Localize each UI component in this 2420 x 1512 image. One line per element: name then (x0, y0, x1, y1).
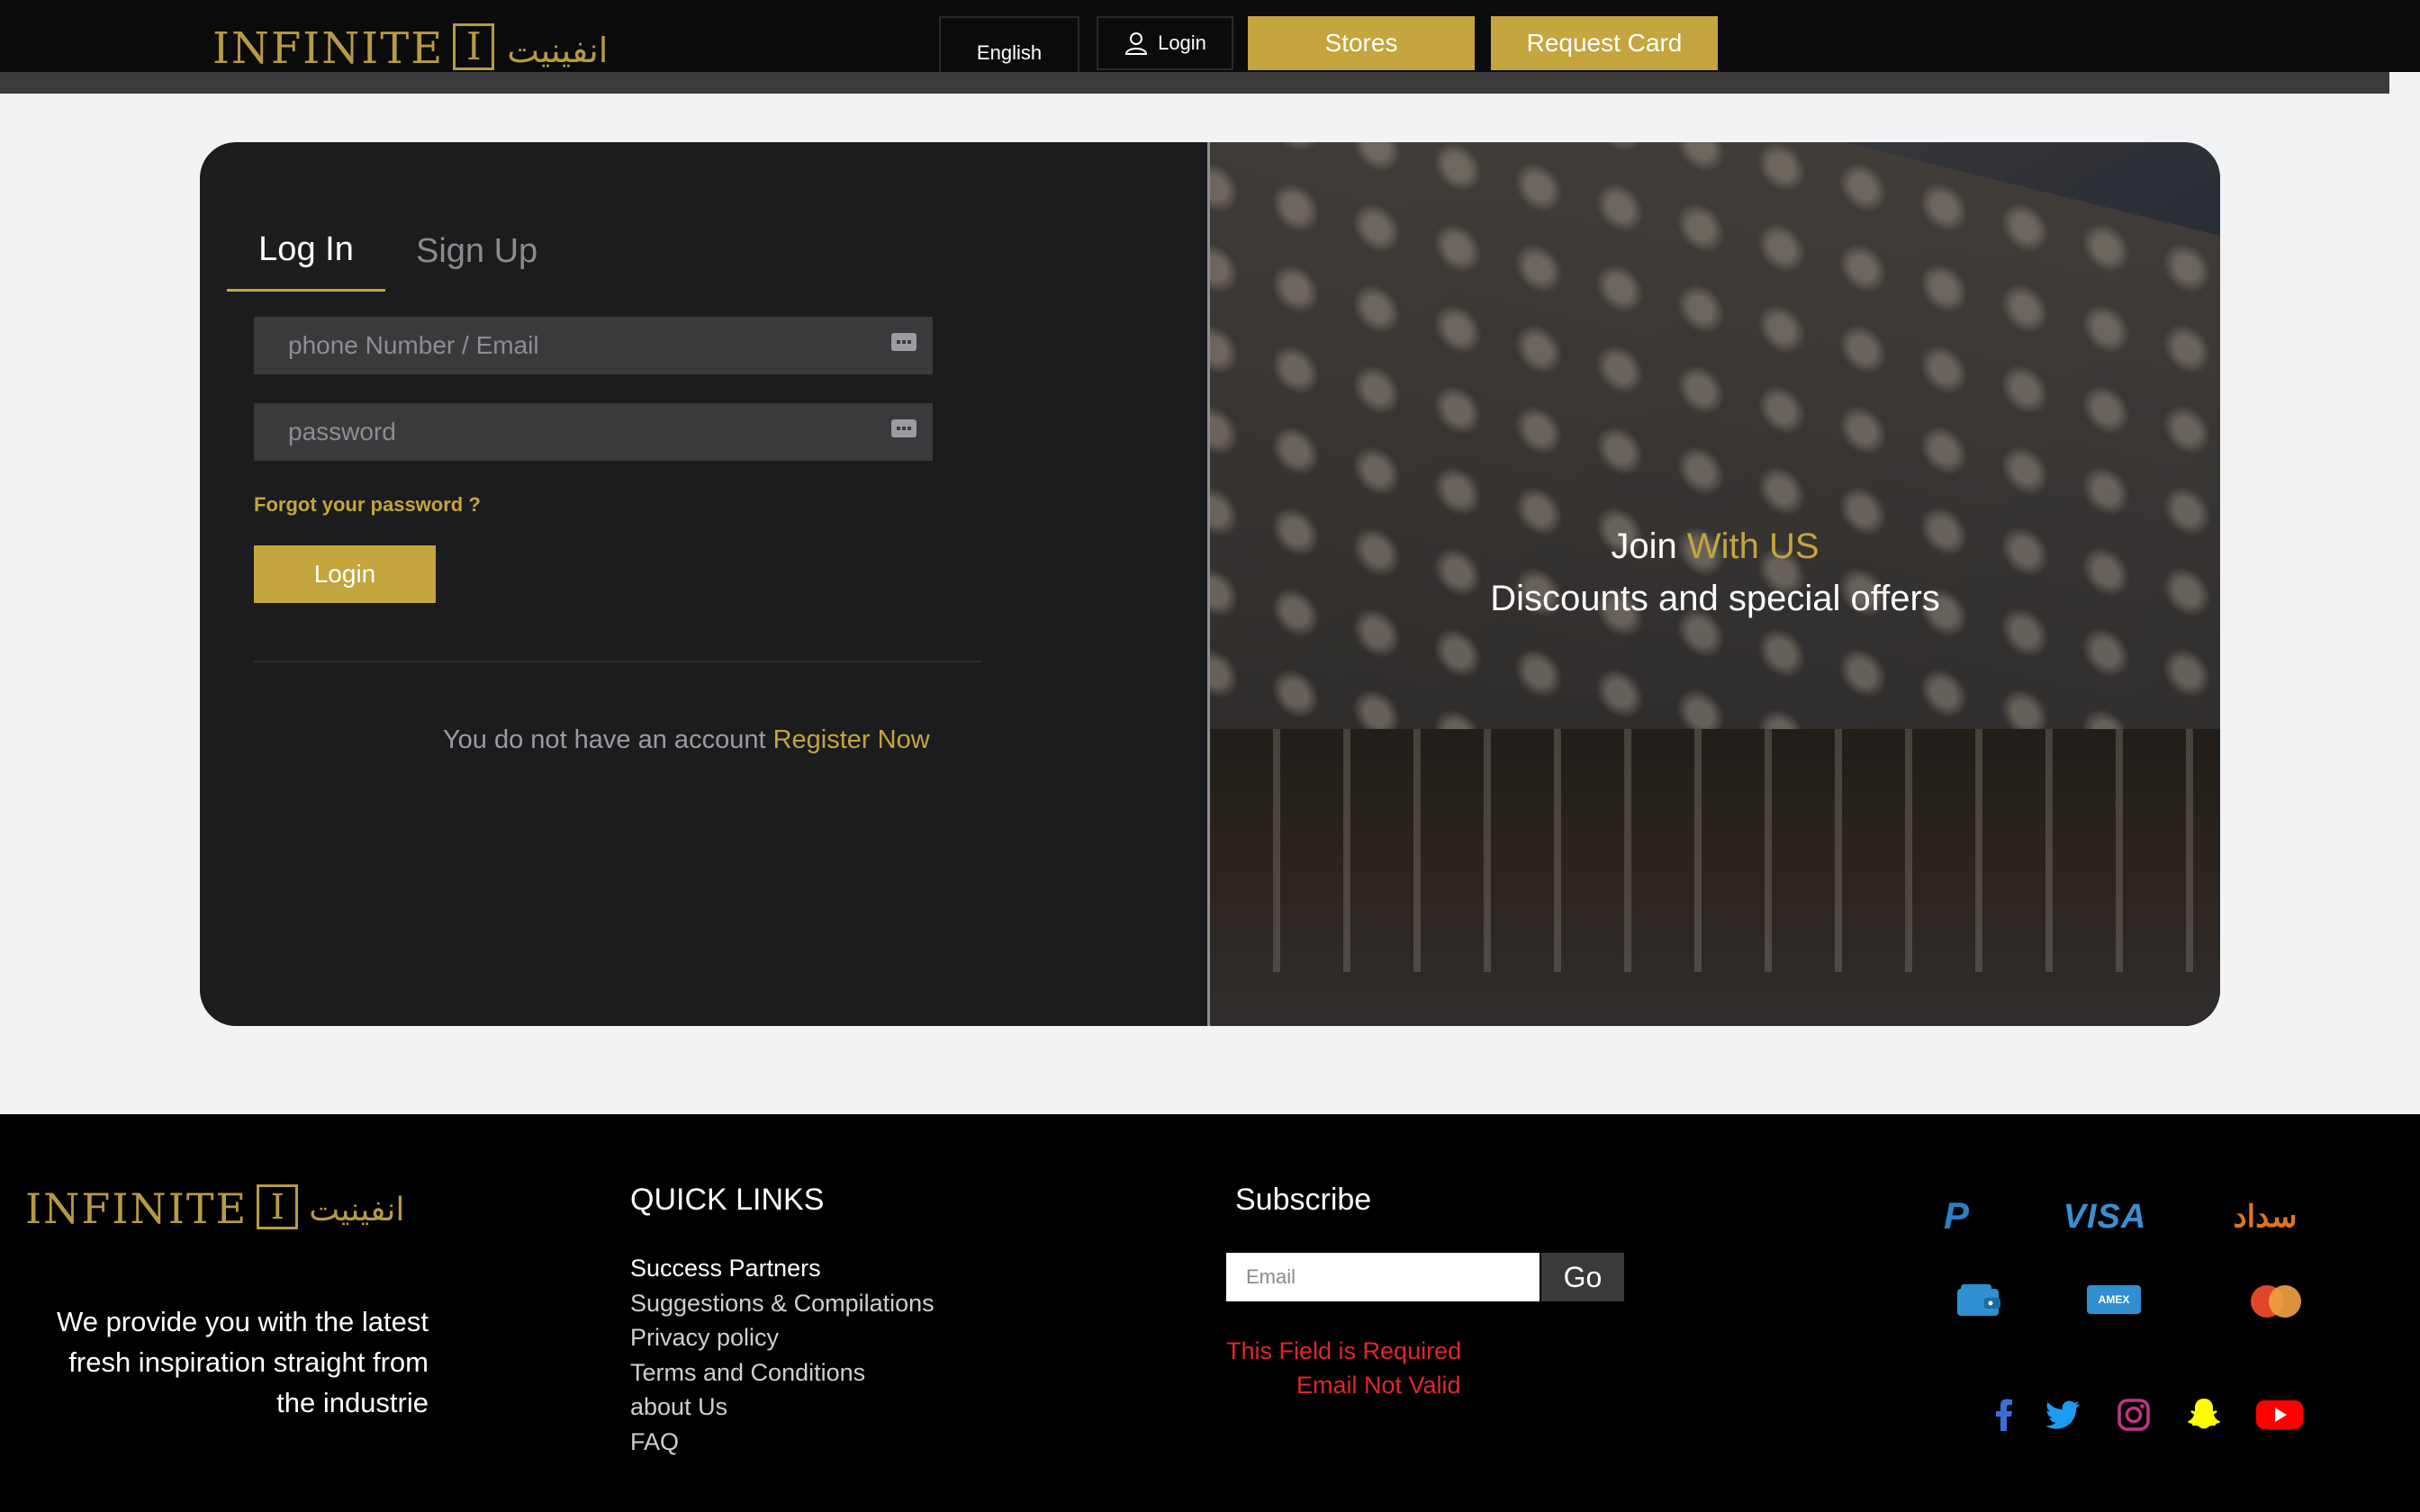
quick-link-about-us[interactable]: about Us (630, 1390, 935, 1425)
promo-panel: Join With US Discounts and special offer… (1210, 142, 2220, 1026)
footer-tagline: We provide you with the latest fresh ins… (57, 1306, 429, 1418)
quick-links-list: Success Partners Suggestions & Compilati… (630, 1251, 935, 1459)
mastercard-icon (2244, 1282, 2308, 1321)
top-navigation-bar: INFINITE I انفينيت English Login Stores … (0, 0, 2420, 72)
auth-card: Log In Sign Up Forgot your password ? Lo… (200, 142, 2220, 1026)
autofill-key-icon[interactable] (891, 333, 917, 351)
site-footer: INFINITE I انفينيت We provide you with t… (0, 1114, 2420, 1512)
register-prompt: You do not have an account Register Now (443, 725, 930, 755)
subscribe-email-input[interactable] (1226, 1253, 1540, 1301)
youtube-icon[interactable] (2254, 1395, 2305, 1435)
login-panel: Log In Sign Up Forgot your password ? Lo… (200, 142, 1210, 1026)
no-account-text: You do not have an account (443, 725, 766, 754)
footer-logo-wordmark: INFINITE (25, 1184, 248, 1233)
password-input[interactable] (288, 418, 864, 446)
instagram-icon[interactable] (2114, 1395, 2154, 1435)
promo-subtitle: Discounts and special offers (1490, 579, 1940, 618)
login-submit-button[interactable]: Login (254, 545, 436, 603)
promo-headline: Join With US (1210, 520, 2220, 572)
email-field-container (254, 317, 933, 374)
amex-icon: AMEX (2087, 1285, 2141, 1314)
quick-link-privacy-policy[interactable]: Privacy policy (630, 1320, 935, 1355)
snapchat-icon[interactable] (2184, 1395, 2224, 1435)
quick-link-faq[interactable]: FAQ (630, 1425, 935, 1460)
subscribe-go-button[interactable]: Go (1541, 1253, 1624, 1301)
promo-with-us: With US (1686, 526, 1820, 566)
sadad-icon: سداد (2233, 1200, 2298, 1234)
tab-sign-up[interactable]: Sign Up (416, 225, 560, 292)
phone-email-input[interactable] (288, 331, 864, 360)
autofill-key-icon[interactable] (891, 419, 917, 437)
quick-link-suggestions[interactable]: Suggestions & Compilations (630, 1286, 935, 1321)
header-divider-strip (0, 72, 2389, 94)
facebook-icon[interactable] (1984, 1395, 2024, 1435)
email-invalid-error: Email Not Valid (1296, 1372, 1461, 1399)
brand-logo[interactable]: INFINITE I انفينيت (212, 23, 608, 70)
quick-link-success-partners[interactable]: Success Partners (630, 1251, 935, 1286)
promo-join: Join (1611, 526, 1677, 566)
twitter-icon[interactable] (2044, 1395, 2083, 1435)
request-card-button[interactable]: Request Card (1491, 16, 1718, 70)
footer-logo[interactable]: INFINITE I انفينيت (25, 1184, 404, 1229)
footer-logo-arabic: انفينيت (309, 1192, 405, 1228)
form-divider (254, 661, 981, 662)
logo-wordmark: INFINITE (212, 23, 445, 74)
paypal-icon: P (1943, 1194, 1969, 1237)
logo-arabic: انفينيت (507, 31, 609, 70)
forgot-password-link[interactable]: Forgot your password ? (254, 493, 481, 517)
register-now-link[interactable]: Register Now (773, 725, 930, 754)
user-icon (1124, 31, 1149, 56)
tab-log-in[interactable]: Log In (227, 225, 385, 292)
footer-logo-mark: I (257, 1184, 299, 1229)
promo-text: Join With US Discounts and special offer… (1210, 520, 2220, 625)
quick-links-title: QUICK LINKS (630, 1183, 825, 1217)
stores-button[interactable]: Stores (1248, 16, 1475, 70)
subscribe-title: Subscribe (1235, 1183, 1372, 1217)
language-button[interactable]: English (939, 16, 1079, 72)
header-login-button[interactable]: Login (1097, 16, 1233, 70)
header-login-label: Login (1158, 32, 1206, 54)
field-required-error: This Field is Required (1226, 1337, 1462, 1364)
password-field-container (254, 403, 933, 461)
visa-icon: VISA (2063, 1197, 2147, 1236)
logo-mark: I (453, 23, 495, 70)
quick-link-terms[interactable]: Terms and Conditions (630, 1355, 935, 1390)
wallet-icon (1954, 1282, 2004, 1319)
